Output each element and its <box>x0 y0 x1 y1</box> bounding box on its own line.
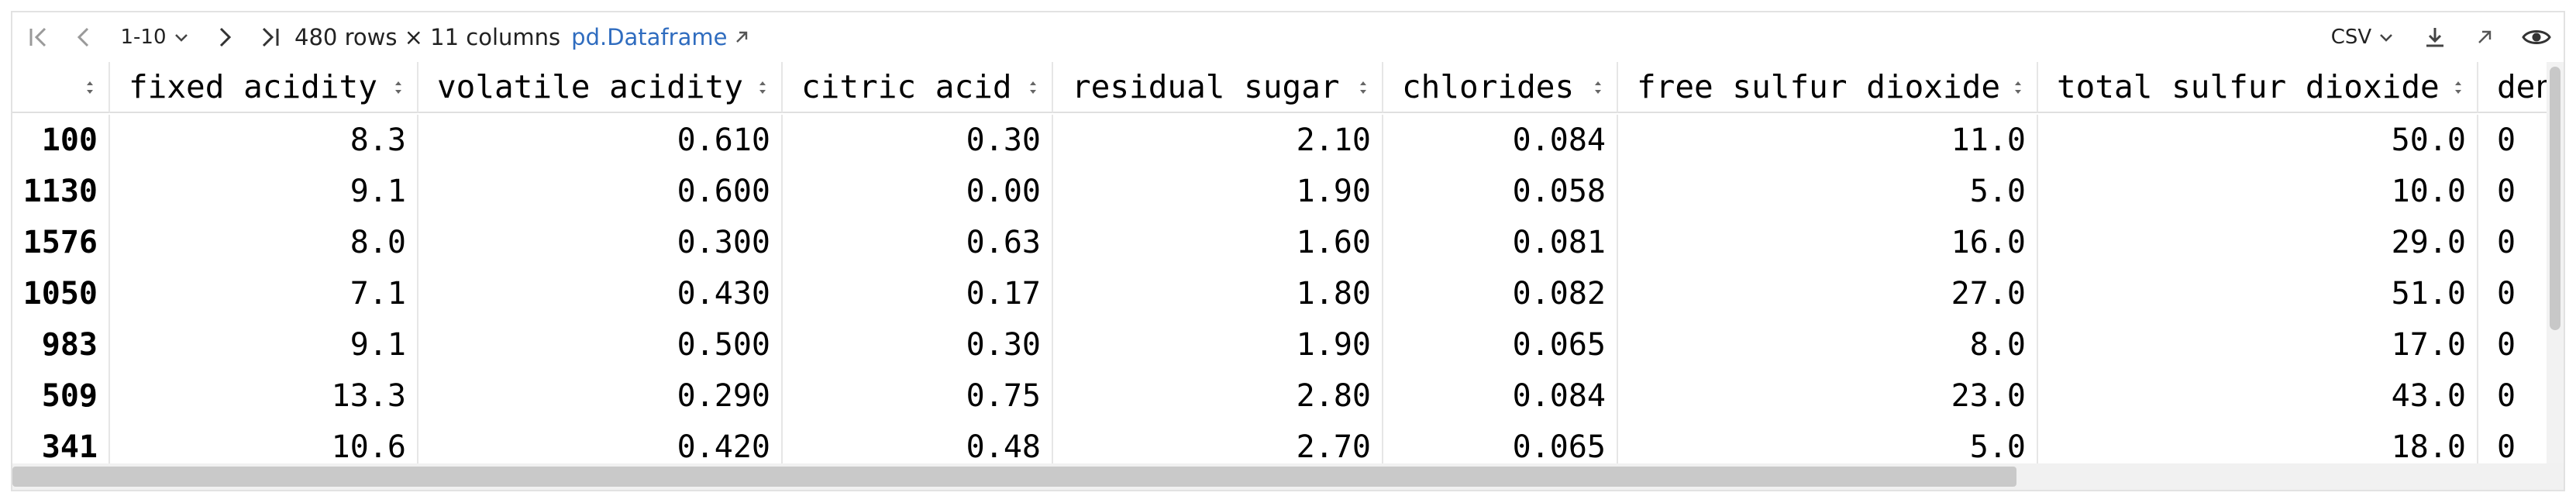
table-cell-residual-sugar[interactable]: 1.60 <box>1053 217 1383 268</box>
table-cell-residual-sugar[interactable]: 2.80 <box>1053 370 1383 422</box>
page-range-dropdown[interactable]: 1-10 <box>113 12 197 62</box>
column-header-free-sulfur-dioxide[interactable]: free sulfur dioxide <box>1618 62 2038 113</box>
vertical-scroll-thumb[interactable] <box>2550 67 2561 330</box>
table-summary: 480 rows × 11 columns <box>294 24 561 50</box>
sort-icon[interactable] <box>1359 79 1368 96</box>
row-index-cell[interactable]: 1576 <box>12 217 110 268</box>
column-header-label: fixed acidity <box>129 68 377 105</box>
table-cell-fixed-acidity[interactable]: 8.0 <box>110 217 418 268</box>
table-cell-residual-sugar[interactable]: 1.90 <box>1053 319 1383 370</box>
table-cell-volatile-acidity[interactable]: 0.300 <box>418 217 783 268</box>
last-page-icon[interactable] <box>248 12 291 62</box>
column-header-label: volatile acidity <box>437 68 743 105</box>
sort-icon[interactable] <box>85 79 95 96</box>
open-icon[interactable] <box>2460 12 2509 62</box>
column-header-volatile-acidity[interactable]: volatile acidity <box>418 62 783 113</box>
download-icon[interactable] <box>2410 12 2460 62</box>
sort-icon[interactable] <box>394 79 403 96</box>
row-index-cell[interactable]: 509 <box>12 370 110 422</box>
table-cell-free-sulfur-dioxide[interactable]: 8.0 <box>1618 319 2038 370</box>
export-format-label: CSV <box>2330 26 2372 49</box>
column-header-fixed-acidity[interactable]: fixed acidity <box>110 62 418 113</box>
row-index-cell[interactable]: 1050 <box>12 268 110 319</box>
table-cell-fixed-acidity[interactable]: 8.3 <box>110 115 418 166</box>
data-table: fixed acidity volatile acidity citric acid… <box>12 62 2564 480</box>
sort-icon[interactable] <box>2013 79 2023 96</box>
table-cell-citric-acid[interactable]: 0.00 <box>783 166 1053 217</box>
table-cell-volatile-acidity[interactable]: 0.500 <box>418 319 783 370</box>
table-cell-citric-acid[interactable]: 0.30 <box>783 115 1053 166</box>
column-header-index[interactable] <box>12 62 110 113</box>
column-header-total-sulfur-dioxide[interactable]: total sulfur dioxide <box>2038 62 2478 113</box>
prev-page-icon[interactable] <box>62 12 105 62</box>
table-cell-residual-sugar[interactable]: 1.90 <box>1053 166 1383 217</box>
row-index-cell[interactable]: 983 <box>12 319 110 370</box>
table-cell-free-sulfur-dioxide[interactable]: 16.0 <box>1618 217 2038 268</box>
column-header-residual-sugar[interactable]: residual sugar <box>1053 62 1383 113</box>
horizontal-scroll-thumb[interactable] <box>12 467 2016 487</box>
vertical-scrollbar[interactable] <box>2547 62 2564 480</box>
chevron-down-icon <box>2380 34 2393 42</box>
table-cell-total-sulfur-dioxide[interactable]: 10.0 <box>2038 166 2478 217</box>
table-cell-fixed-acidity[interactable]: 9.1 <box>110 319 418 370</box>
table-cell-total-sulfur-dioxide[interactable]: 29.0 <box>2038 217 2478 268</box>
table-cell-free-sulfur-dioxide[interactable]: 5.0 <box>1618 166 2038 217</box>
horizontal-scrollbar[interactable] <box>12 463 2564 490</box>
table-cell-free-sulfur-dioxide[interactable]: 27.0 <box>1618 268 2038 319</box>
table-cell-total-sulfur-dioxide[interactable]: 51.0 <box>2038 268 2478 319</box>
sort-icon[interactable] <box>758 79 767 96</box>
type-link[interactable]: pd.Dataframe <box>571 24 727 50</box>
external-link-icon[interactable] <box>733 29 750 46</box>
column-header-chlorides[interactable]: chlorides <box>1383 62 1618 113</box>
table-cell-residual-sugar[interactable]: 1.80 <box>1053 268 1383 319</box>
column-header-label: chlorides <box>1402 68 1575 105</box>
table-cell-chlorides[interactable]: 0.065 <box>1383 319 1618 370</box>
column-header-label: free sulfur dioxide <box>1637 68 2000 105</box>
sort-icon[interactable] <box>1028 79 1038 96</box>
table-cell-fixed-acidity[interactable]: 9.1 <box>110 166 418 217</box>
row-index-cell[interactable]: 100 <box>12 115 110 166</box>
table-cell-chlorides[interactable]: 0.084 <box>1383 370 1618 422</box>
table-toolbar: 1-10 480 rows × 11 columns pd.Dataframe … <box>12 12 2564 62</box>
table-cell-volatile-acidity[interactable]: 0.600 <box>418 166 783 217</box>
table-cell-citric-acid[interactable]: 0.75 <box>783 370 1053 422</box>
table-cell-volatile-acidity[interactable]: 0.290 <box>418 370 783 422</box>
table-cell-fixed-acidity[interactable]: 13.3 <box>110 370 418 422</box>
table-cell-residual-sugar[interactable]: 2.10 <box>1053 115 1383 166</box>
column-header-label: total sulfur dioxide <box>2057 68 2440 105</box>
next-page-icon[interactable] <box>201 12 248 62</box>
table-cell-citric-acid[interactable]: 0.17 <box>783 268 1053 319</box>
table-cell-volatile-acidity[interactable]: 0.430 <box>418 268 783 319</box>
chevron-down-icon <box>174 34 188 42</box>
first-page-icon[interactable] <box>15 12 62 62</box>
column-header-label: residual sugar <box>1072 68 1340 105</box>
row-index-cell[interactable]: 1130 <box>12 166 110 217</box>
table-cell-chlorides[interactable]: 0.084 <box>1383 115 1618 166</box>
table-cell-free-sulfur-dioxide[interactable]: 11.0 <box>1618 115 2038 166</box>
export-format-dropdown[interactable]: CSV <box>2320 12 2406 62</box>
column-header-citric-acid[interactable]: citric acid <box>783 62 1053 113</box>
page-range-label: 1-10 <box>120 26 167 49</box>
table-cell-citric-acid[interactable]: 0.30 <box>783 319 1053 370</box>
sort-icon[interactable] <box>2454 79 2463 96</box>
table-cell-volatile-acidity[interactable]: 0.610 <box>418 115 783 166</box>
table-cell-chlorides[interactable]: 0.058 <box>1383 166 1618 217</box>
table-cell-chlorides[interactable]: 0.081 <box>1383 217 1618 268</box>
table-cell-total-sulfur-dioxide[interactable]: 50.0 <box>2038 115 2478 166</box>
table-cell-fixed-acidity[interactable]: 7.1 <box>110 268 418 319</box>
table-cell-chlorides[interactable]: 0.082 <box>1383 268 1618 319</box>
column-header-label: citric acid <box>801 68 1012 105</box>
table-cell-free-sulfur-dioxide[interactable]: 23.0 <box>1618 370 2038 422</box>
table-cell-total-sulfur-dioxide[interactable]: 43.0 <box>2038 370 2478 422</box>
dataframe-viewer: 1-10 480 rows × 11 columns pd.Dataframe … <box>11 11 2565 491</box>
table-cell-total-sulfur-dioxide[interactable]: 17.0 <box>2038 319 2478 370</box>
eye-icon[interactable] <box>2509 12 2564 62</box>
column-header-label: den <box>2497 68 2555 105</box>
sort-icon[interactable] <box>1593 79 1603 96</box>
table-cell-citric-acid[interactable]: 0.63 <box>783 217 1053 268</box>
